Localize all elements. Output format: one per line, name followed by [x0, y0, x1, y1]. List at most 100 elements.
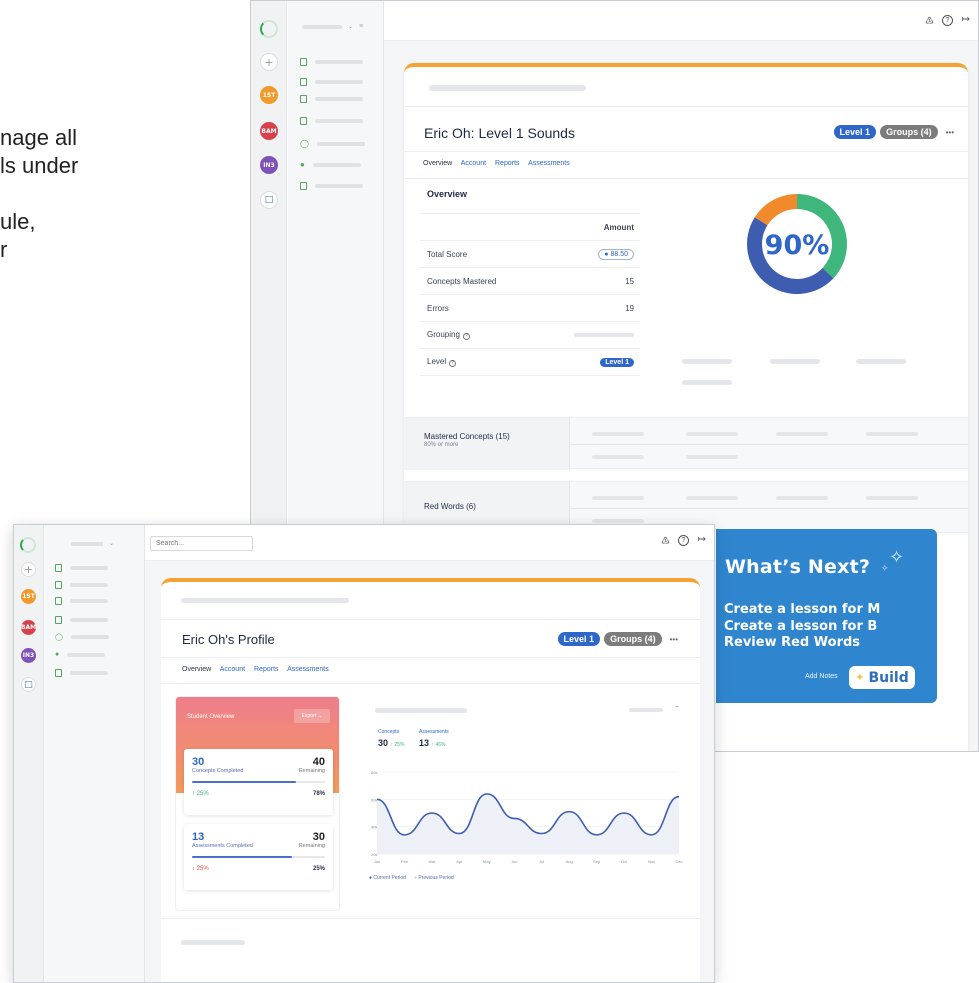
add-icon[interactable]: + [21, 562, 36, 577]
row-label: Total Score [427, 249, 468, 259]
series-area [377, 793, 679, 854]
concepts-change: ↑ 25% [192, 791, 209, 797]
assessments-metric-value: 13 [419, 738, 430, 748]
build-button[interactable]: ✦ Build [849, 666, 915, 689]
info-icon[interactable]: ? [449, 360, 457, 367]
groups-badge[interactable]: Groups (4) [604, 632, 662, 646]
bell-icon[interactable]: ♳ [925, 16, 934, 27]
legend-previous-label: Previous Period [418, 875, 454, 881]
y-tick-label: 80k [371, 770, 377, 775]
amount-header-row: Amount [420, 214, 640, 241]
group-avatar-bam[interactable]: BAM [260, 122, 278, 140]
sidebar-item[interactable] [300, 182, 363, 190]
placeholder-bar [776, 432, 828, 436]
sidebar-header[interactable]: ⌄ ≡ [302, 23, 363, 30]
sidebar-item[interactable] [55, 581, 108, 589]
table-row: Total Score ● 88.50 [420, 241, 640, 268]
row-value: 15 [625, 276, 634, 286]
tab-bar: Overview Account Reports Assessments [423, 160, 577, 167]
placeholder-bar [686, 432, 738, 436]
sidebar-item[interactable] [300, 117, 363, 125]
background-line: ls under [0, 153, 79, 178]
next-item[interactable]: Create a lesson for M [724, 602, 880, 619]
group-avatar-1st[interactable]: 1ST [260, 86, 278, 104]
tab-reports[interactable]: Reports [495, 160, 520, 167]
level-badge[interactable]: Level 1 [557, 632, 601, 646]
tab-assessments[interactable]: Assessments [287, 666, 329, 673]
sidebar-header[interactable]: ⌄ [71, 540, 114, 547]
logout-icon[interactable]: ↦ [698, 534, 706, 545]
logout-icon[interactable]: ↦ [962, 14, 970, 25]
next-item[interactable]: Review Red Words [724, 635, 880, 652]
document-icon [55, 564, 62, 572]
placeholder-bar [686, 455, 738, 459]
user-icon: ◯ [55, 634, 63, 641]
y-tick-label: 20k [371, 852, 377, 857]
folder-icon[interactable]: □ [21, 677, 36, 692]
group-avatar-in3[interactable]: IN3 [260, 156, 278, 174]
tab-account[interactable]: Account [220, 666, 245, 673]
chevron-down-icon: ⌄ [109, 541, 115, 547]
export-button[interactable]: Export ⌄ [294, 709, 330, 723]
sidebar-item[interactable] [300, 58, 363, 66]
group-avatar-in3[interactable]: IN3 [21, 648, 36, 663]
tab-overview[interactable]: Overview [182, 666, 211, 673]
background-line [0, 180, 78, 208]
row-label: Concepts Mastered [427, 276, 497, 286]
main-area: Eric Oh's Profile Level 1 Groups (4) •••… [145, 561, 714, 982]
document-icon [55, 669, 62, 677]
y-tick-label: 40k [371, 825, 377, 830]
user-icon: ◯ [300, 139, 309, 148]
tab-overview[interactable]: Overview [423, 160, 452, 167]
sidebar-item[interactable] [300, 95, 363, 103]
folder-icon[interactable]: □ [260, 191, 278, 209]
placeholder-bar [574, 333, 634, 337]
sidebar-item[interactable]: ● [300, 160, 361, 169]
info-icon[interactable]: ? [462, 333, 470, 340]
more-icon[interactable]: ••• [670, 635, 678, 644]
sidebar-item[interactable]: ● [55, 651, 106, 658]
document-icon [300, 78, 307, 86]
sidebar-item[interactable] [55, 564, 108, 572]
score-value: 88.50 [610, 250, 628, 258]
more-icon[interactable]: – [675, 703, 679, 710]
sidebar-item[interactable]: ◯ [55, 633, 109, 641]
sidebar-item[interactable] [55, 597, 108, 605]
sidebar-item[interactable] [55, 616, 108, 624]
tab-assessments[interactable]: Assessments [528, 160, 570, 167]
help-icon[interactable]: ? [942, 15, 953, 26]
legend-current-label: Current Period [373, 875, 406, 881]
background-line: ule, [0, 209, 36, 234]
group-avatar-bam[interactable]: BAM [21, 620, 36, 635]
level-badge[interactable]: Level 1 [833, 125, 877, 139]
next-item[interactable]: Create a lesson for B [724, 619, 880, 636]
placeholder-bar [682, 359, 732, 364]
row-label: Errors [427, 303, 449, 313]
x-tick-label: Feb [401, 859, 409, 864]
background-line: nage all [0, 125, 78, 150]
tab-reports[interactable]: Reports [254, 666, 279, 673]
groups-badge[interactable]: Groups (4) [880, 125, 938, 139]
group-avatar-1st[interactable]: 1ST [21, 589, 36, 604]
level-badge-small: Level 1 [600, 357, 634, 367]
table-row: Grouping? [420, 322, 640, 349]
x-tick-label: Oct [621, 859, 628, 864]
placeholder-bar [181, 940, 245, 945]
sidebar-item[interactable] [300, 78, 363, 86]
add-icon[interactable]: + [260, 53, 278, 71]
x-tick-label: Nov [648, 859, 655, 864]
placeholder-bar [770, 359, 820, 364]
add-notes-link[interactable]: Add Notes [805, 673, 838, 680]
help-icon[interactable]: ? [678, 535, 689, 546]
donut-segment [754, 194, 797, 226]
more-icon[interactable]: ••• [946, 128, 954, 137]
placeholder-bar [866, 432, 918, 436]
amount-header: Amount [603, 222, 634, 232]
bell-icon[interactable]: ♳ [661, 536, 670, 547]
tab-account[interactable]: Account [461, 160, 486, 167]
search-input[interactable] [150, 536, 253, 551]
sidebar-item[interactable] [55, 669, 108, 677]
concepts-progress-label: 78% [312, 791, 325, 797]
sidebar-item[interactable]: ◯ [300, 139, 365, 148]
document-icon [55, 597, 62, 605]
